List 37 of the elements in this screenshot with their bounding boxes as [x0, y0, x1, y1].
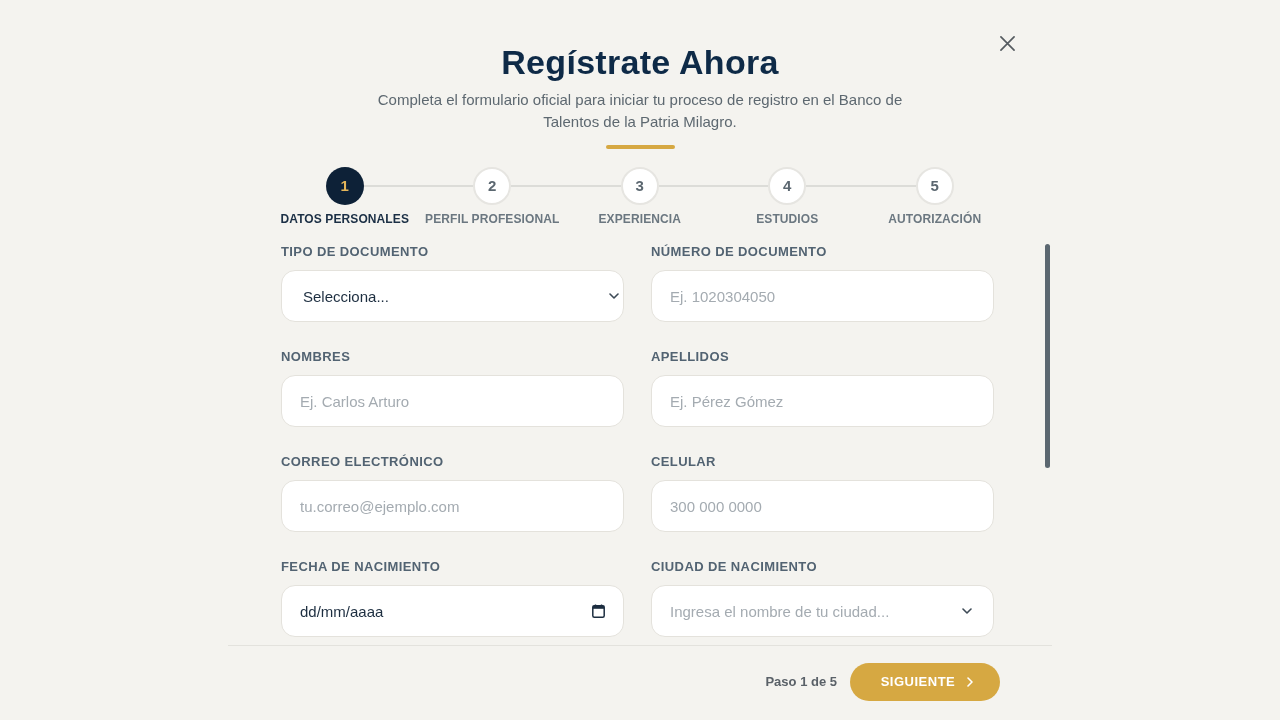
input-field[interactable]: Ej. Pérez Gómez — [651, 375, 994, 427]
input-field[interactable]: Ej. Carlos Arturo — [281, 375, 624, 427]
scrollbar-thumb[interactable] — [1045, 244, 1050, 468]
step-number: 3 — [620, 167, 659, 205]
step-number: 4 — [768, 167, 807, 205]
close-button[interactable] — [1000, 36, 1015, 51]
chevron-down-icon — [609, 293, 619, 299]
combobox-field[interactable]: Ingresa el nombre de tu ciudad... — [651, 585, 994, 637]
field-label: NÚMERO DE DOCUMENTO — [651, 244, 828, 260]
title-underline — [605, 145, 675, 149]
step-label: DATOS PERSONALES — [280, 212, 409, 226]
step-number: 5 — [915, 167, 954, 205]
dialog-title: Regístrate Ahora — [501, 42, 779, 82]
step-label: AUTORIZACIÓN — [888, 212, 982, 226]
field-label: FECHA DE NACIMIENTO — [281, 559, 442, 575]
step-label: ESTUDIOS — [756, 212, 819, 226]
field-label: CIUDAD DE NACIMIENTO — [651, 559, 818, 575]
field-label: CORREO ELECTRÓNICO — [281, 454, 445, 470]
field-label: NOMBRES — [281, 349, 352, 365]
step-label: PERFIL PROFESIONAL — [425, 212, 560, 226]
input-field[interactable]: Ej. 1020304050 — [651, 270, 994, 322]
step-number: 1 — [325, 167, 364, 205]
step-label: EXPERIENCIA — [598, 212, 681, 226]
close-icon — [1000, 36, 1015, 51]
date-field[interactable]: dd/mm/aaaa — [281, 585, 624, 637]
dialog-subtitle: Completa el formulario oficial para iniciar tu proceso de registro en el Banco de Talentos de la Patria Milagro. — [376, 90, 904, 132]
select-field[interactable]: Selecciona... — [281, 270, 624, 322]
chevron-down-icon — [962, 608, 972, 614]
step-progress-text: Paso 1 de 5 — [765, 673, 837, 692]
field-label: TIPO DE DOCUMENTO — [281, 244, 430, 260]
input-field[interactable]: 300 000 0000 — [651, 480, 994, 532]
field-label: APELLIDOS — [651, 349, 730, 365]
input-field[interactable]: tu.correo@ejemplo.com — [281, 480, 624, 532]
chevron-right-icon — [967, 677, 974, 687]
calendar-icon — [592, 604, 605, 618]
step-number: 2 — [473, 167, 512, 205]
field-label: CELULAR — [651, 454, 717, 470]
